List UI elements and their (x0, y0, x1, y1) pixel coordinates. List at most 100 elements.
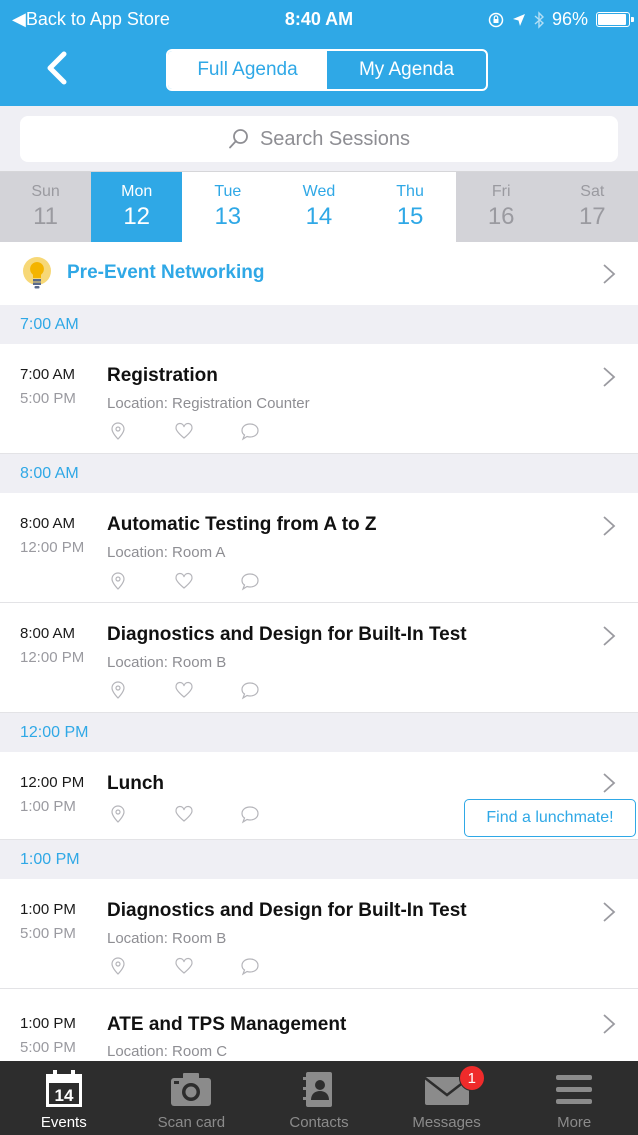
map-pin-icon[interactable] (108, 421, 128, 441)
find-lunchmate-button[interactable]: Find a lunchmate! (464, 799, 636, 837)
day-date: 16 (487, 203, 515, 230)
session-start-time: 8:00 AM (20, 515, 76, 532)
comment-icon[interactable] (240, 421, 260, 441)
tab-scan-card[interactable]: Scan card (128, 1061, 256, 1135)
map-pin-icon[interactable] (108, 680, 128, 700)
day-mon[interactable]: Mon 12 (91, 172, 183, 242)
tab-more[interactable]: More (510, 1061, 638, 1135)
session-start-time: 1:00 PM (20, 901, 76, 918)
session-title: ATE and TPS Management (107, 1014, 347, 1035)
day-date: 11 (33, 203, 59, 230)
session-location: Location: Room B (107, 930, 227, 947)
heart-icon[interactable] (174, 680, 194, 700)
search-input[interactable]: Search Sessions (20, 116, 618, 162)
session-row[interactable]: 1:00 PM 5:00 PM ATE and TPS Management L… (0, 989, 638, 1061)
chevron-right-icon (603, 264, 616, 284)
day-sun[interactable]: Sun 11 (0, 172, 92, 242)
tab-my-agenda[interactable]: My Agenda (327, 51, 486, 89)
tab-label: More (557, 1114, 592, 1131)
session-title: Registration (107, 365, 218, 386)
comment-icon[interactable] (240, 680, 260, 700)
chevron-right-icon (603, 626, 616, 646)
bluetooth-icon (534, 10, 544, 29)
session-actions (108, 956, 260, 976)
session-end-time: 5:00 PM (20, 390, 76, 407)
day-wed[interactable]: Wed 14 (273, 172, 365, 242)
bottom-tab-bar: 14 Events Scan card Contacts 1 Messages … (0, 1061, 638, 1135)
heart-icon[interactable] (174, 956, 194, 976)
search-icon (229, 129, 248, 149)
session-start-time: 8:00 AM (20, 625, 76, 642)
session-row[interactable]: 8:00 AM 12:00 PM Automatic Testing from … (0, 493, 638, 603)
day-name: Tue (214, 183, 242, 200)
rotation-lock-icon (488, 12, 504, 27)
session-title: Diagnostics and Design for Built-In Test (107, 900, 467, 921)
day-name: Mon (121, 183, 153, 200)
day-tue[interactable]: Tue 13 (182, 172, 274, 242)
session-location: Location: Registration Counter (107, 395, 310, 412)
time-section-header: 8:00 AM (0, 454, 638, 493)
heart-icon[interactable] (174, 804, 194, 824)
contacts-icon (302, 1072, 332, 1107)
day-selector: Sun 11 Mon 12 Tue 13 Wed 14 Thu 15 Fri 16 Sat 1… (0, 172, 638, 242)
comment-icon[interactable] (240, 956, 260, 976)
day-name: Sun (31, 183, 60, 200)
session-actions (108, 421, 260, 441)
map-pin-icon[interactable] (108, 571, 128, 591)
day-name: Fri (491, 183, 511, 200)
app-header: ◀Back to App Store 8:40 AM 96% Full Agen… (0, 0, 638, 106)
tab-events[interactable]: 14 Events (0, 1061, 128, 1135)
battery-percent: 96% (551, 9, 588, 29)
session-title: Automatic Testing from A to Z (107, 514, 377, 535)
tab-label: Scan card (157, 1114, 226, 1131)
back-chevron-icon[interactable] (40, 48, 76, 88)
tab-label: Events (40, 1114, 87, 1131)
camera-icon (171, 1073, 212, 1106)
tab-messages[interactable]: 1 Messages (383, 1061, 511, 1135)
status-indicators: 96% (488, 9, 634, 30)
search-bar-container: Search Sessions (0, 106, 638, 172)
session-actions (108, 804, 260, 824)
session-end-time: 12:00 PM (20, 649, 85, 666)
session-location: Location: Room C (107, 1043, 228, 1060)
time-section-header: 12:00 PM (0, 713, 638, 752)
heart-icon[interactable] (174, 421, 194, 441)
session-location: Location: Room B (107, 654, 227, 671)
tab-full-agenda[interactable]: Full Agenda (168, 51, 327, 89)
session-row[interactable]: 12:00 PM 1:00 PM Lunch Find a lunchmate! (0, 752, 638, 840)
agenda-segmented-control: Full Agenda My Agenda (166, 49, 488, 91)
session-start-time: 1:00 PM (20, 1015, 76, 1032)
day-name: Sat (580, 183, 605, 200)
day-fri[interactable]: Fri 16 (455, 172, 547, 242)
session-row[interactable]: 1:00 PM 5:00 PM Diagnostics and Design f… (0, 879, 638, 989)
map-pin-icon[interactable] (108, 804, 128, 824)
session-location: Location: Room A (107, 544, 226, 561)
search-placeholder: Search Sessions (259, 127, 411, 150)
chevron-right-icon (603, 1014, 616, 1034)
map-pin-icon[interactable] (108, 956, 128, 976)
day-sat[interactable]: Sat 17 (546, 172, 638, 242)
session-start-time: 7:00 AM (20, 366, 76, 383)
session-start-time: 12:00 PM (20, 774, 85, 791)
session-row[interactable]: 7:00 AM 5:00 PM Registration Location: R… (0, 344, 638, 454)
heart-icon[interactable] (174, 571, 194, 591)
location-arrow-icon (512, 13, 525, 26)
status-bar: ◀Back to App Store 8:40 AM 96% (0, 0, 638, 38)
day-date: 15 (396, 203, 424, 230)
tab-label: Contacts (289, 1114, 349, 1131)
time-section-header: 7:00 AM (0, 305, 638, 344)
tab-contacts[interactable]: Contacts (255, 1061, 383, 1135)
comment-icon[interactable] (240, 804, 260, 824)
calendar-day-number: 14 (54, 1086, 73, 1105)
menu-icon (556, 1075, 593, 1104)
tab-label: Messages (412, 1114, 481, 1131)
day-thu[interactable]: Thu 15 (364, 172, 456, 242)
chevron-right-icon (603, 902, 616, 922)
session-title: Diagnostics and Design for Built-In Test (107, 624, 467, 645)
pre-event-networking-row[interactable]: Pre-Event Networking (0, 242, 638, 305)
session-row[interactable]: 8:00 AM 12:00 PM Diagnostics and Design … (0, 603, 638, 713)
battery-icon (596, 12, 634, 27)
chevron-right-icon (603, 516, 616, 536)
comment-icon[interactable] (240, 571, 260, 591)
session-title: Lunch (107, 773, 164, 794)
